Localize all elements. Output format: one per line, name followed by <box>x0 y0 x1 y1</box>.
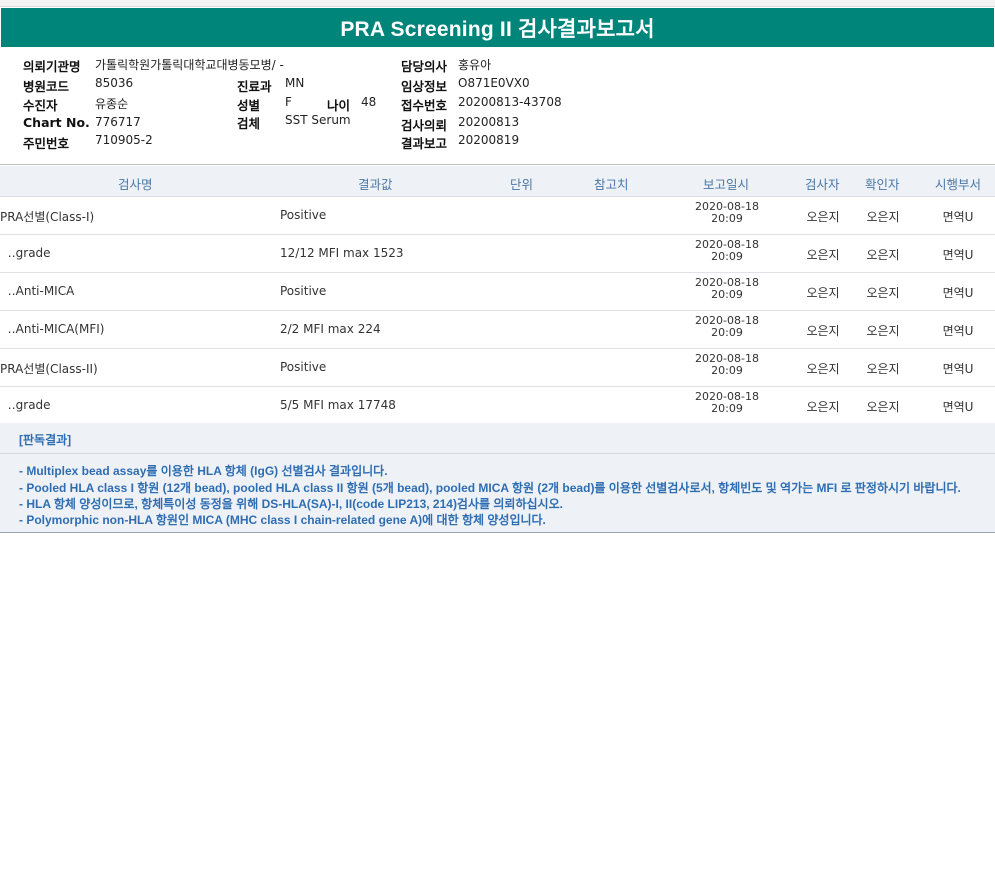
hospital-code-value: 85036 <box>95 76 134 90</box>
report-title: PRA Screening II 검사결과보고서 <box>340 17 655 41</box>
tester: 오은지 <box>806 362 840 376</box>
receipt-no-value: 20200813-43708 <box>458 95 562 109</box>
report-datetime: 2020-08-18 20:09 <box>690 277 764 301</box>
top-border <box>0 0 995 7</box>
table-row: ‥Anti-MICA Positive 2020-08-18 20:09 오은지 … <box>0 273 995 311</box>
report-datetime: 2020-08-18 20:09 <box>690 315 764 339</box>
results-table-header: 검사명 결과값 단위 참고치 보고일시 검사자 확인자 시행부서 <box>0 166 995 197</box>
table-row: ‥Anti-MICA(MFI) 2/2 MFI max 224 2020-08-… <box>0 311 995 349</box>
interpretation-line: - Pooled HLA class I 항원 (12개 bead), pool… <box>19 481 961 495</box>
header-result: 결과값 <box>358 177 393 192</box>
doctor-value: 홍유아 <box>458 58 492 72</box>
resident-no-value: 710905-2 <box>95 133 153 147</box>
test-name: PRA선별(Class-I) <box>0 210 95 224</box>
report-time: 20:09 <box>711 364 743 377</box>
test-name: PRA선별(Class-II) <box>0 362 98 376</box>
department-label: 진료과 <box>237 79 272 94</box>
header-reference: 참고치 <box>594 177 629 192</box>
header-tester: 검사자 <box>805 177 840 192</box>
age-label: 나이 <box>327 98 351 113</box>
tester: 오은지 <box>806 248 840 262</box>
test-result: 2/2 MFI max 224 <box>280 322 381 336</box>
chart-no-value: 776717 <box>95 115 141 129</box>
test-result: Positive <box>280 208 327 222</box>
interpretation-divider <box>0 453 995 454</box>
results-table-body: PRA선별(Class-I) Positive 2020-08-18 20:09 … <box>0 197 995 425</box>
test-name: ‥grade <box>0 398 51 412</box>
confirmer: 오은지 <box>866 248 900 262</box>
report-datetime: 2020-08-18 20:09 <box>690 201 764 225</box>
interpretation-line: - HLA 항체 양성이므로, 항체특이성 동정을 위해 DS-HLA(SA)-… <box>19 497 563 511</box>
report-datetime: 2020-08-18 20:09 <box>690 239 764 263</box>
interpretation-panel: [판독결과] - Multiplex bead assay를 이용한 HLA 항… <box>0 423 995 533</box>
report-time: 20:09 <box>711 288 743 301</box>
report-time: 20:09 <box>711 402 743 415</box>
header-confirmer: 확인자 <box>865 177 900 192</box>
test-result: Positive <box>280 284 327 298</box>
tester: 오은지 <box>806 324 840 338</box>
department-value: MN <box>285 76 305 90</box>
tester: 오은지 <box>806 210 840 224</box>
department: 면역U <box>942 286 974 300</box>
interpretation-title: [판독결과] <box>19 433 72 447</box>
report-time: 20:09 <box>711 212 743 225</box>
doctor-label: 담당의사 <box>401 59 448 74</box>
examinee-value: 유종순 <box>95 97 129 111</box>
department: 면역U <box>942 324 974 338</box>
request-date-value: 20200813 <box>458 115 520 129</box>
confirmer: 오은지 <box>866 362 900 376</box>
resident-no-label: 주민번호 <box>23 136 70 151</box>
hospital-code-label: 병원코드 <box>23 79 70 94</box>
test-name: ‥Anti-MICA(MFI) <box>0 322 105 336</box>
clinical-info-value: O871E0VX0 <box>458 76 530 90</box>
clinical-info-label: 임상정보 <box>401 79 448 94</box>
confirmer: 오은지 <box>866 210 900 224</box>
report-time: 20:09 <box>711 326 743 339</box>
table-row: PRA선별(Class-I) Positive 2020-08-18 20:09 … <box>0 197 995 235</box>
institution-value: 가톨릭학원가톨릭대학교대병동모병/ - <box>95 58 284 72</box>
gender-value: F <box>285 95 292 109</box>
confirmer: 오은지 <box>866 324 900 338</box>
confirmer: 오은지 <box>866 286 900 300</box>
patient-info-section: 의뢰기관명 가톨릭학원가톨릭대학교대병동모병/ - 병원코드 85036 수진자… <box>0 50 995 162</box>
department: 면역U <box>942 248 974 262</box>
tester: 오은지 <box>806 286 840 300</box>
examinee-label: 수진자 <box>23 98 58 113</box>
request-date-label: 검사의뢰 <box>401 118 448 133</box>
interpretation-line: - Multiplex bead assay를 이용한 HLA 항체 (IgG)… <box>19 464 388 478</box>
report-title-bar: PRA Screening II 검사결과보고서 <box>1 8 994 47</box>
table-row: PRA선별(Class-II) Positive 2020-08-18 20:09… <box>0 349 995 387</box>
department: 면역U <box>942 362 974 376</box>
interpretation-line: - Polymorphic non-HLA 항원인 MICA (MHC clas… <box>19 513 546 527</box>
test-result: 12/12 MFI max 1523 <box>280 246 404 260</box>
report-datetime: 2020-08-18 20:09 <box>690 391 764 415</box>
gender-label: 성별 <box>237 98 261 113</box>
test-name: ‥grade <box>0 246 51 260</box>
test-name: ‥Anti-MICA <box>0 284 75 298</box>
receipt-no-label: 접수번호 <box>401 98 448 113</box>
institution-label: 의뢰기관명 <box>23 59 81 74</box>
table-row: ‥grade 12/12 MFI max 1523 2020-08-18 20:0… <box>0 235 995 273</box>
header-department: 시행부서 <box>935 177 982 192</box>
report-datetime: 2020-08-18 20:09 <box>690 353 764 377</box>
confirmer: 오은지 <box>866 400 900 414</box>
test-result: 5/5 MFI max 17748 <box>280 398 396 412</box>
header-report-datetime: 보고일시 <box>703 177 750 192</box>
tester: 오은지 <box>806 400 840 414</box>
report-date-label: 결과보고 <box>401 136 448 151</box>
section-divider <box>0 164 995 165</box>
age-value: 48 <box>361 95 377 109</box>
header-unit: 단위 <box>510 177 534 192</box>
report-date-value: 20200819 <box>458 133 520 147</box>
specimen-value: SST Serum <box>285 113 351 127</box>
specimen-label: 검체 <box>237 116 261 131</box>
department: 면역U <box>942 400 974 414</box>
chart-no-label: Chart No. <box>23 115 90 130</box>
report-time: 20:09 <box>711 250 743 263</box>
test-result: Positive <box>280 360 327 374</box>
header-test-name: 검사명 <box>118 177 153 192</box>
department: 면역U <box>942 210 974 224</box>
table-row: ‥grade 5/5 MFI max 17748 2020-08-18 20:09… <box>0 387 995 425</box>
